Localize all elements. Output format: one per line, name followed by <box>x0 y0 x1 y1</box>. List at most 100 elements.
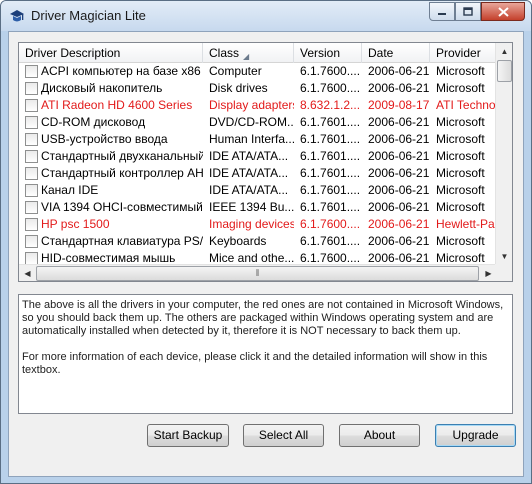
cell-description: Стандартный двухканальный... <box>19 148 203 165</box>
cell-version: 6.1.7601.... <box>300 234 361 248</box>
cell-description: Стандартная клавиатура PS/2 <box>19 233 203 250</box>
driver-description: ATI Radeon HD 4600 Series <box>41 98 193 112</box>
driver-list[interactable]: Driver Description Class ◢ Version Date … <box>18 42 513 282</box>
horizontal-scroll-thumb[interactable]: ⦀ <box>36 266 479 281</box>
upgrade-button[interactable]: Upgrade <box>435 424 516 447</box>
info-textbox[interactable]: The above is all the drivers in your com… <box>18 294 513 414</box>
info-paragraph-2: For more information of each device, ple… <box>22 351 488 376</box>
row-checkbox[interactable] <box>25 116 38 129</box>
driver-description: Стандартный двухканальный... <box>41 149 203 163</box>
list-header: Driver Description Class ◢ Version Date … <box>19 43 497 63</box>
scroll-left-icon[interactable]: ◀ <box>19 265 36 281</box>
row-checkbox[interactable] <box>25 99 38 112</box>
cell-provider: Hewlett-Pack <box>436 217 497 231</box>
driver-description: Стандартная клавиатура PS/2 <box>41 234 203 248</box>
cell-version: 6.1.7601.... <box>300 166 361 180</box>
title-bar[interactable]: Driver Magician Lite <box>1 1 531 31</box>
cell-description: ATI Radeon HD 4600 Series <box>19 97 203 114</box>
cell-description: VIA 1394 OHCI-совместимый ... <box>19 199 203 216</box>
scroll-down-icon[interactable]: ▼ <box>496 248 512 265</box>
cell-date: 2006-06-21 <box>368 217 430 231</box>
cell-class: DVD/CD-ROM... <box>209 115 294 129</box>
caption-buttons <box>429 2 525 21</box>
column-header-description[interactable]: Driver Description <box>19 43 203 63</box>
cell-provider: Microsoft <box>436 115 485 129</box>
cell-class: IDE ATA/ATA... <box>209 166 289 180</box>
cell-description: HP psc 1500 <box>19 216 203 233</box>
table-row[interactable]: ACPI компьютер на базе x86 Computer 6.1.76… <box>19 63 497 80</box>
table-row[interactable]: Стандартная клавиатура PS/2 Keyboards 6.1.… <box>19 233 497 250</box>
row-checkbox[interactable] <box>25 184 38 197</box>
row-checkbox[interactable] <box>25 133 38 146</box>
table-row[interactable]: Дисковый накопитель Disk drives 6.1.7600..… <box>19 80 497 97</box>
row-checkbox[interactable] <box>25 150 38 163</box>
row-checkbox[interactable] <box>25 82 38 95</box>
cell-provider: Microsoft <box>436 132 485 146</box>
cell-version: 8.632.1.2... <box>300 98 361 112</box>
column-header-class-label: Class <box>209 46 240 60</box>
cell-date: 2006-06-21 <box>368 234 430 248</box>
table-row[interactable]: ATI Radeon HD 4600 Series Display adapter… <box>19 97 497 114</box>
scrollbar-corner <box>495 264 512 281</box>
cell-description: Дисковый накопитель <box>19 80 203 97</box>
vertical-scrollbar[interactable]: ▲ ▼ <box>495 43 512 265</box>
start-backup-button[interactable]: Start Backup <box>147 424 229 447</box>
driver-description: VIA 1394 OHCI-совместимый ... <box>41 200 203 214</box>
driver-description: ACPI компьютер на базе x86 <box>41 64 201 78</box>
cell-class: IDE ATA/ATA... <box>209 183 289 197</box>
row-checkbox[interactable] <box>25 65 38 78</box>
row-checkbox[interactable] <box>25 201 38 214</box>
row-checkbox[interactable] <box>25 167 38 180</box>
row-checkbox[interactable] <box>25 218 38 231</box>
cell-class: Display adapters <box>209 98 294 112</box>
app-window: Driver Magician Lite Driver Description … <box>0 0 532 484</box>
driver-description: Стандартный контроллер АН... <box>41 166 203 180</box>
list-rows: ACPI компьютер на базе x86 Computer 6.1.76… <box>19 63 497 267</box>
table-row[interactable]: USB-устройство ввода Human Interfa... 6.1.… <box>19 131 497 148</box>
scroll-up-icon[interactable]: ▲ <box>496 43 512 60</box>
maximize-button[interactable] <box>455 2 481 21</box>
close-icon <box>497 6 509 17</box>
cell-description: USB-устройство ввода <box>19 131 203 148</box>
minimize-button[interactable] <box>429 2 455 21</box>
close-button[interactable] <box>481 2 525 21</box>
cell-class: Keyboards <box>209 234 267 248</box>
cell-class: Human Interfa... <box>209 132 294 146</box>
cell-date: 2009-08-17 <box>368 98 430 112</box>
cell-date: 2006-06-21 <box>368 200 430 214</box>
cell-date: 2006-06-21 <box>368 115 430 129</box>
cell-version: 6.1.7600.... <box>300 81 361 95</box>
cell-class: IEEE 1394 Bu... <box>209 200 294 214</box>
driver-description: HP psc 1500 <box>41 217 110 231</box>
cell-version: 6.1.7601.... <box>300 200 361 214</box>
cell-description: CD-ROM дисковод <box>19 114 203 131</box>
horizontal-scrollbar[interactable]: ◀ ⦀ ▶ <box>19 264 497 281</box>
about-button[interactable]: About <box>339 424 420 447</box>
column-header-date[interactable]: Date <box>362 43 430 63</box>
cell-version: 6.1.7600.... <box>300 217 361 231</box>
cell-date: 2006-06-21 <box>368 81 430 95</box>
row-checkbox[interactable] <box>25 235 38 248</box>
table-row[interactable]: VIA 1394 OHCI-совместимый ... IEEE 1394 B… <box>19 199 497 216</box>
table-row[interactable]: HP psc 1500 Imaging devices 6.1.7600.... 20… <box>19 216 497 233</box>
cell-description: Канал IDE <box>19 182 203 199</box>
cell-date: 2006-06-21 <box>368 149 430 163</box>
column-header-class[interactable]: Class ◢ <box>203 43 294 63</box>
cell-date: 2006-06-21 <box>368 166 430 180</box>
table-row[interactable]: Стандартный контроллер АН... IDE ATA/ATA.… <box>19 165 497 182</box>
table-row[interactable]: CD-ROM дисковод DVD/CD-ROM... 6.1.7601....… <box>19 114 497 131</box>
column-header-provider[interactable]: Provider <box>430 43 497 63</box>
table-row[interactable]: Канал IDE IDE ATA/ATA... 6.1.7601.... 2006-… <box>19 182 497 199</box>
client-area: Driver Description Class ◢ Version Date … <box>8 31 524 477</box>
cell-date: 2006-06-21 <box>368 183 430 197</box>
table-row[interactable]: Стандартный двухканальный... IDE ATA/ATA.… <box>19 148 497 165</box>
vertical-scroll-thumb[interactable] <box>497 60 512 82</box>
cell-provider: Microsoft <box>436 149 485 163</box>
select-all-button[interactable]: Select All <box>243 424 324 447</box>
cell-provider: Microsoft <box>436 166 485 180</box>
driver-description: USB-устройство ввода <box>41 132 168 146</box>
cell-date: 2006-06-21 <box>368 64 430 78</box>
column-header-version[interactable]: Version <box>294 43 362 63</box>
cell-version: 6.1.7601.... <box>300 149 361 163</box>
cell-provider: Microsoft <box>436 64 485 78</box>
